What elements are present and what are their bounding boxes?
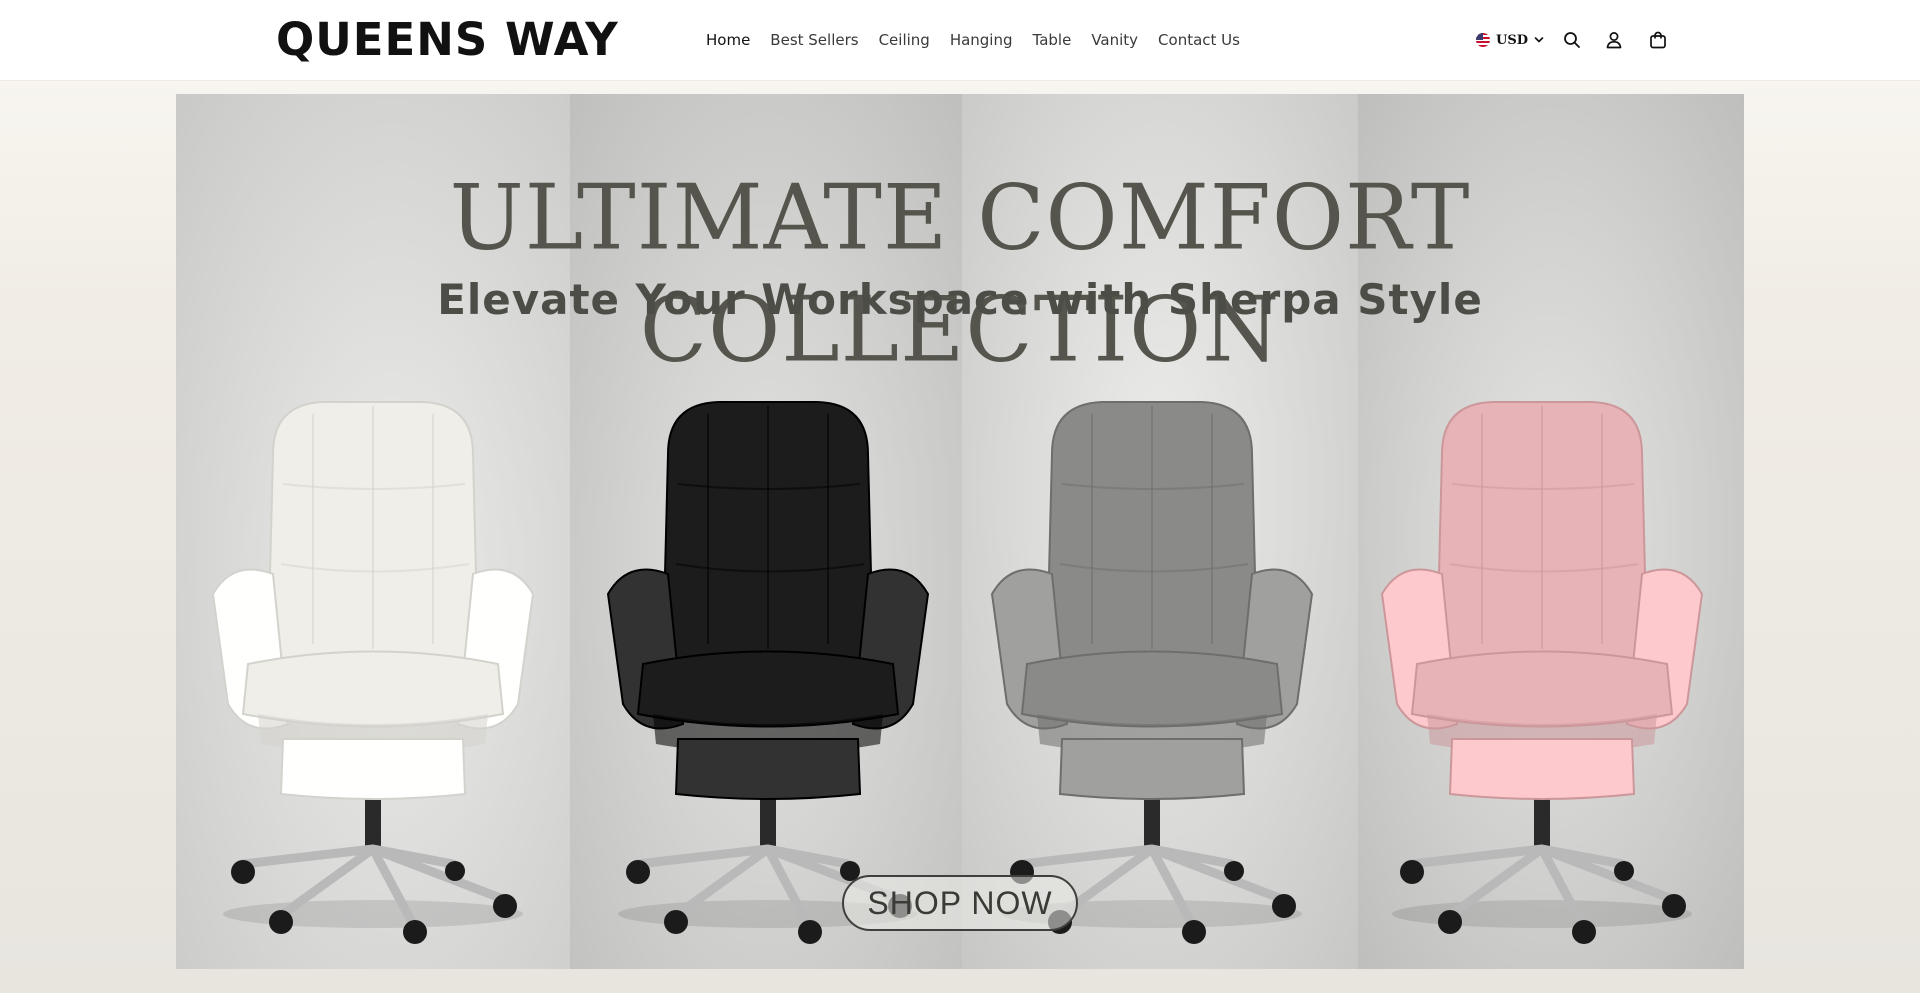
currency-code: USD [1496,32,1528,48]
site-header: QUEENS WAY Home Best Sellers Ceiling Han… [0,0,1920,80]
white-chair-image [203,394,543,954]
search-button[interactable] [1560,28,1584,52]
nav-contact-us[interactable]: Contact Us [1158,31,1240,49]
chair-illustration [211,401,535,944]
site-logo[interactable]: QUEENS WAY [276,14,619,66]
account-icon [1606,32,1622,49]
chevron-down-icon [1534,37,1544,43]
search-icon [1564,32,1580,48]
hero-banner: ULTIMATE COMFORT COLLECTION Elevate Your… [176,94,1744,969]
chair-illustration [990,401,1314,944]
main-nav: Home Best Sellers Ceiling Hanging Table … [706,28,1240,52]
nav-best-sellers[interactable]: Best Sellers [770,31,858,49]
nav-ceiling[interactable]: Ceiling [879,31,930,49]
chair-illustration [606,401,930,944]
hero-subtitle: Elevate Your Workspace with Sherpa Style [437,275,1483,324]
nav-home[interactable]: Home [706,31,750,49]
chair-illustration [1380,401,1704,944]
gray-chair-image [982,394,1322,954]
black-chair-image [598,394,938,954]
shop-now-button[interactable]: SHOP NOW [842,875,1078,931]
cart-icon [1650,31,1666,49]
us-flag-icon [1476,33,1490,47]
pink-chair-image [1372,394,1712,954]
nav-hanging[interactable]: Hanging [950,31,1013,49]
nav-vanity[interactable]: Vanity [1091,31,1138,49]
account-button[interactable] [1602,28,1626,52]
nav-table[interactable]: Table [1033,31,1072,49]
cart-button[interactable] [1646,28,1670,52]
currency-selector[interactable]: USD [1476,30,1544,50]
